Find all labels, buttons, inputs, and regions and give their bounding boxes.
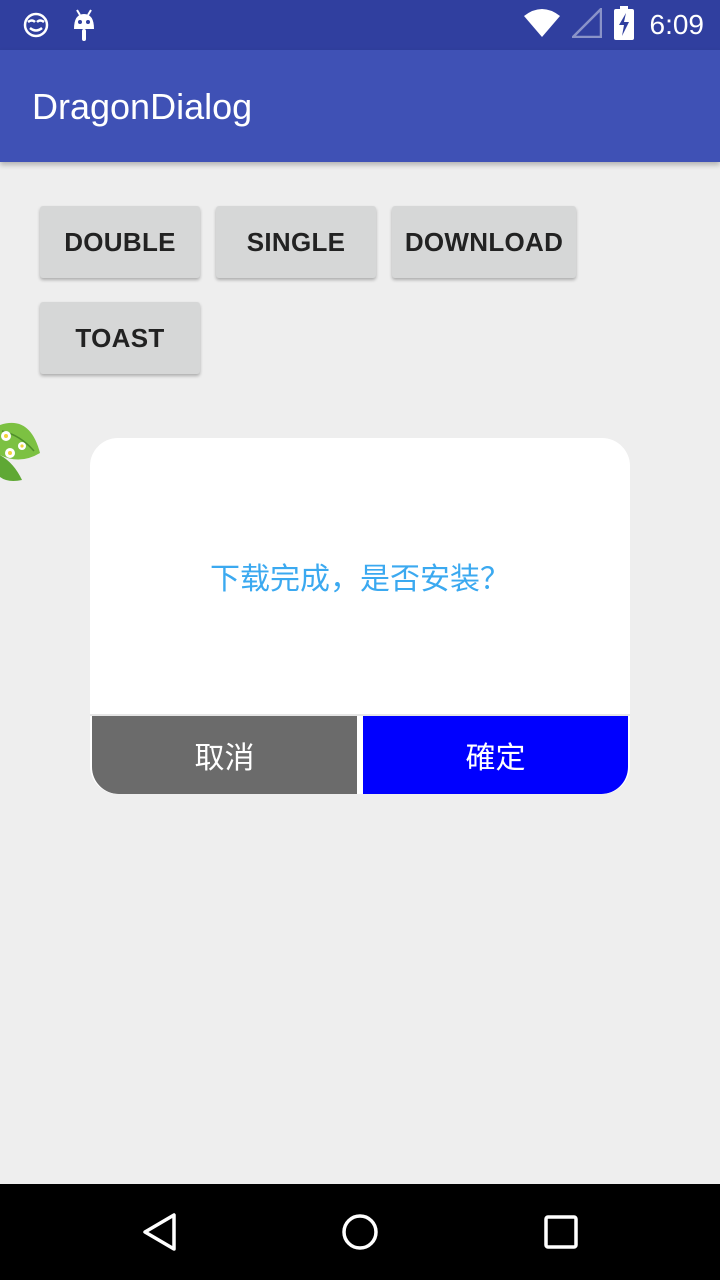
install-dialog: 下载完成，是否安装？ 取消 確定 <box>90 438 630 794</box>
confirm-button[interactable]: 確定 <box>363 716 628 794</box>
dialog-message: 下载完成，是否安装？ <box>210 562 510 597</box>
status-time: 6:09 <box>649 9 705 40</box>
toast-button[interactable]: TOAST <box>40 302 200 374</box>
cell-signal-icon <box>569 5 602 43</box>
recents-icon[interactable] <box>541 1212 581 1252</box>
status-bar: 6:09 <box>0 0 720 50</box>
leaf-flower-icon <box>0 405 44 490</box>
navigation-bar <box>0 1184 720 1280</box>
battery-charging-icon <box>613 5 634 45</box>
download-button[interactable]: DOWNLOAD <box>392 206 576 278</box>
back-icon[interactable] <box>140 1212 180 1252</box>
emoji-face-icon <box>22 11 50 44</box>
wifi-icon <box>523 8 560 42</box>
single-button[interactable]: SINGLE <box>216 206 376 278</box>
android-robot-icon <box>72 9 96 48</box>
cancel-button[interactable]: 取消 <box>92 716 357 794</box>
app-title: DragonDialog <box>32 86 253 127</box>
app-bar: DragonDialog <box>0 50 720 162</box>
double-button[interactable]: DOUBLE <box>40 206 200 278</box>
home-icon[interactable] <box>340 1212 380 1252</box>
